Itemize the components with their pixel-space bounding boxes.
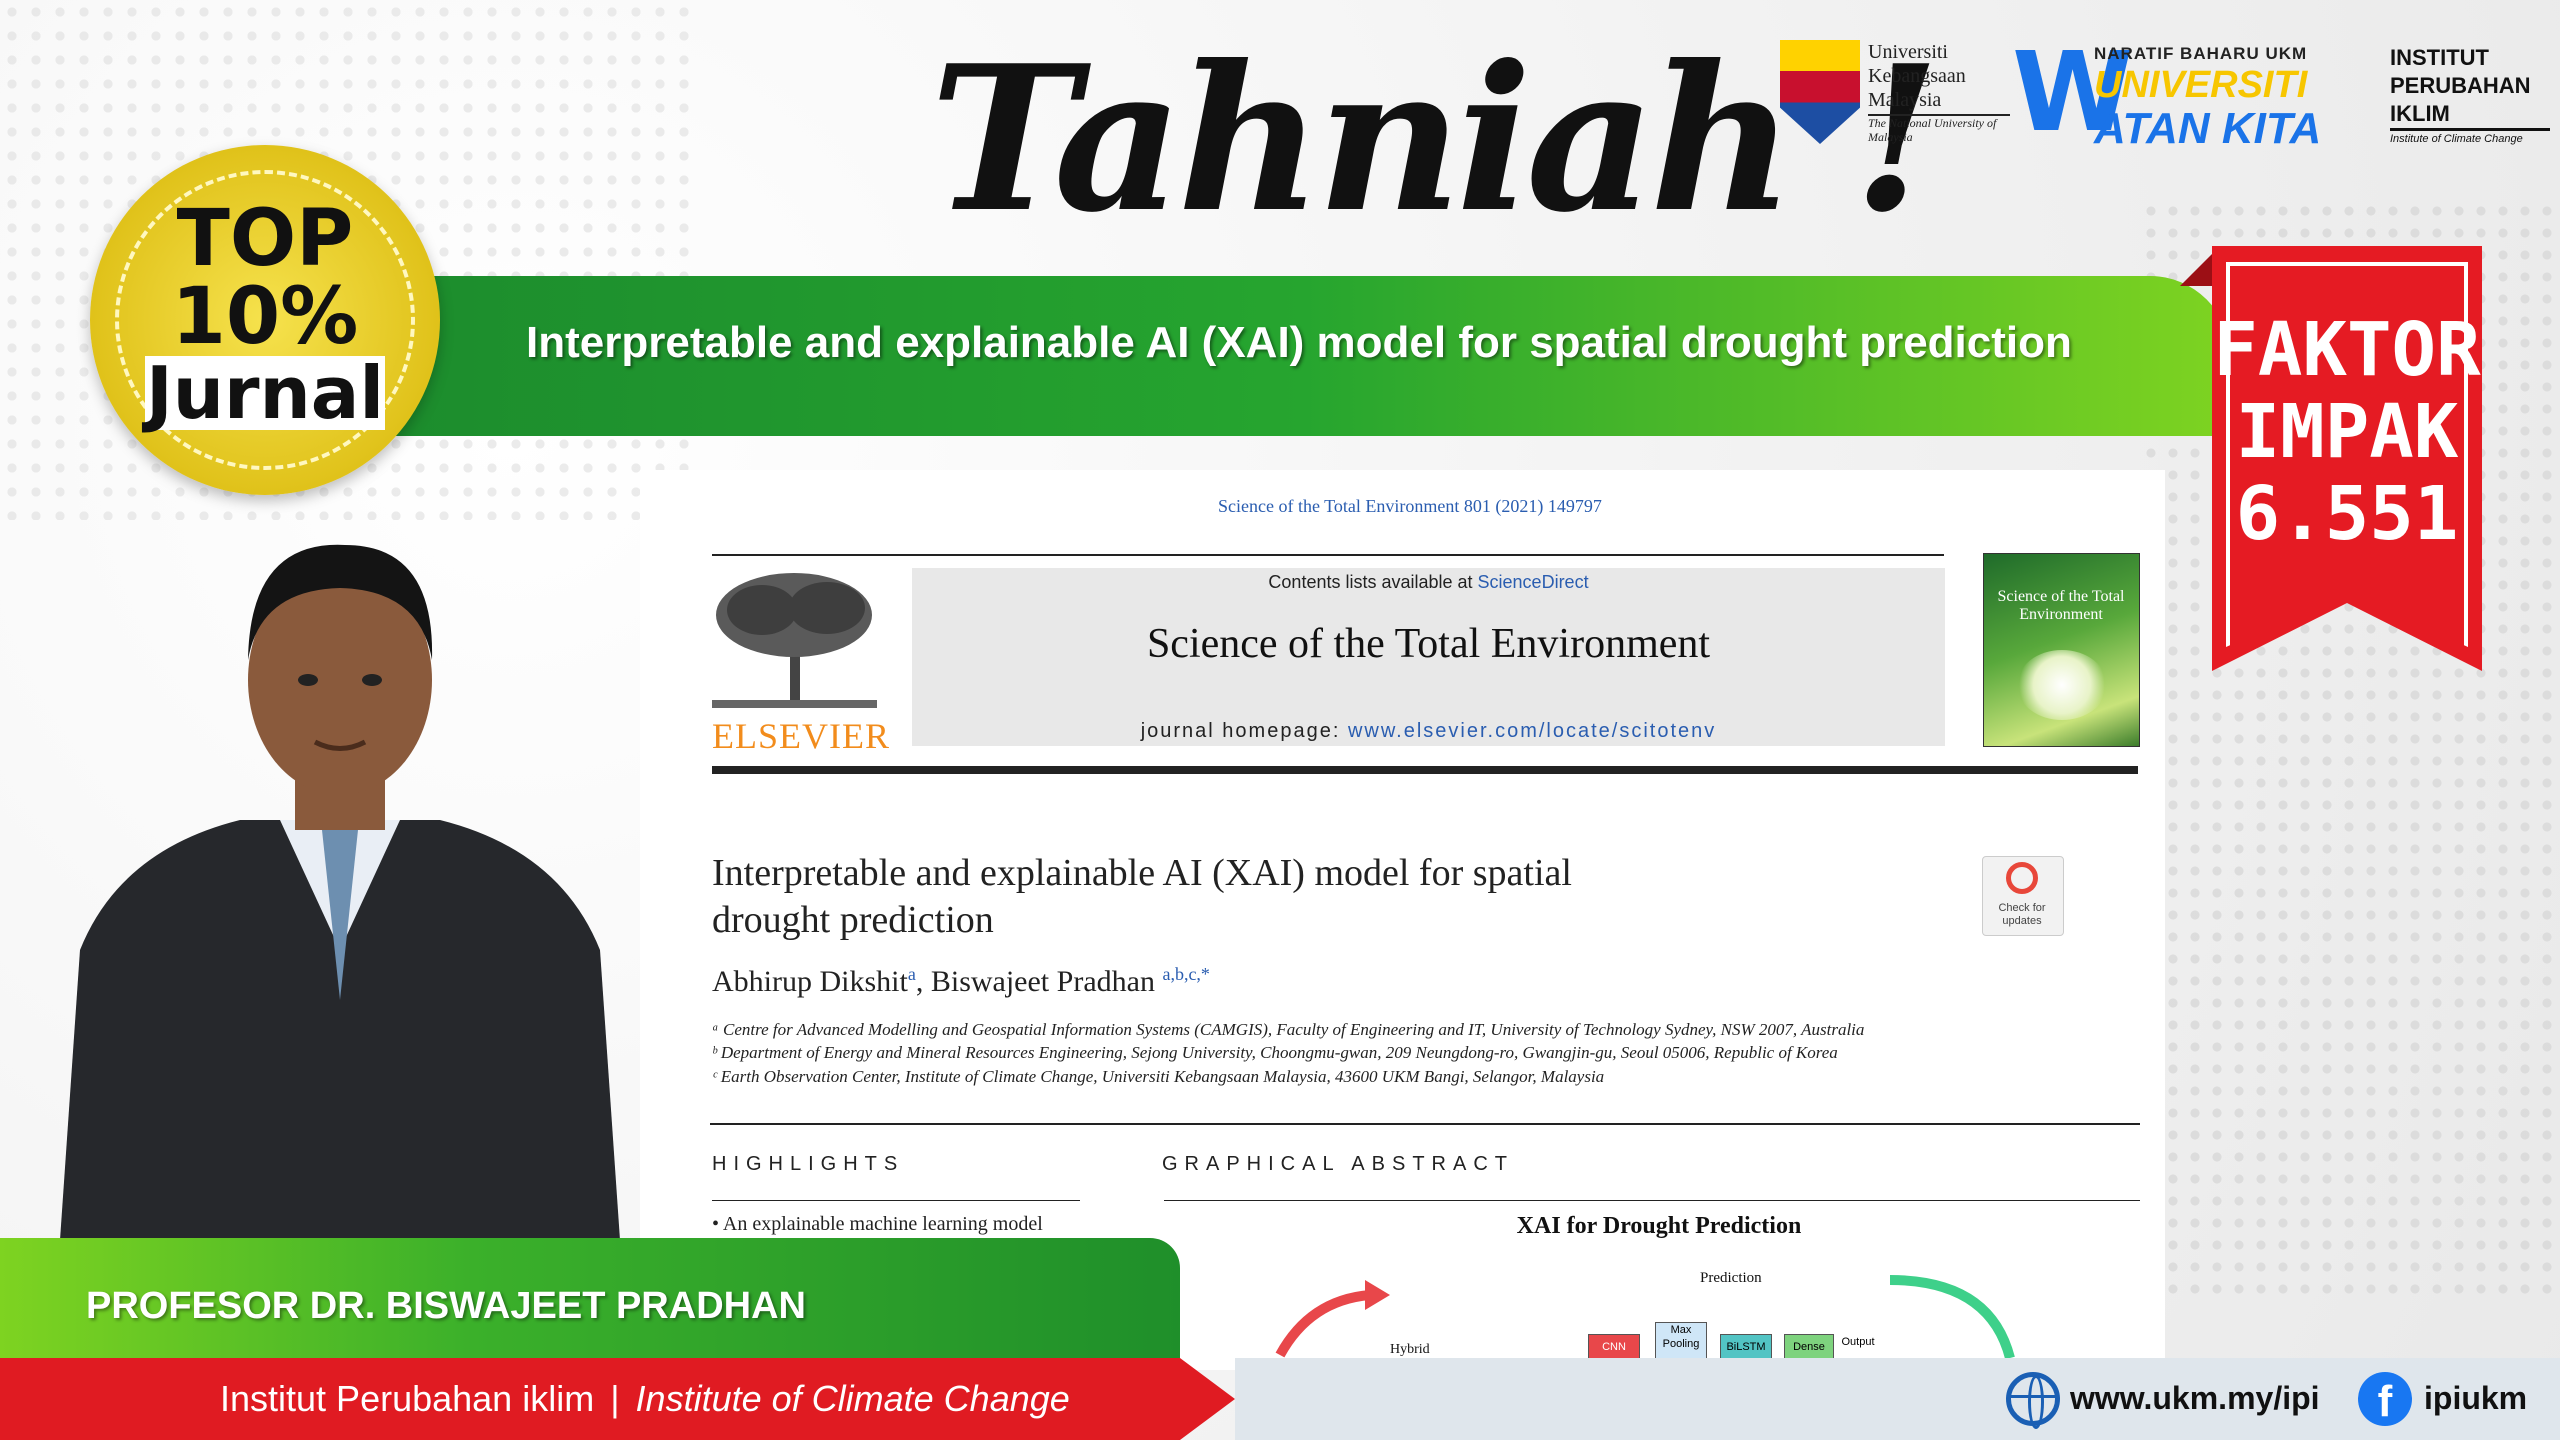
elsevier-tree-icon: [712, 573, 877, 708]
ribbon-faktor: FAKTOR: [2213, 307, 2481, 393]
globe-icon: [2006, 1372, 2060, 1429]
ipi-logo: INSTITUT PERUBAHAN IKLIM Institute of Cl…: [2390, 44, 2550, 154]
sciencedirect-link[interactable]: ScienceDirect: [1478, 572, 1589, 592]
ukm-line2: Kebangsaan: [1868, 65, 1966, 87]
author-1-sup: a: [907, 964, 916, 984]
ga-red-arrow-icon: [1275, 1280, 1390, 1358]
divider-thick: [712, 766, 2138, 774]
facebook-icon[interactable]: f: [2358, 1372, 2412, 1426]
contents-line: Contents lists available at ScienceDirec…: [912, 572, 1945, 593]
ukm-line1: Universiti: [1868, 41, 1948, 63]
ga-box-maxpool: Max Pooling: [1655, 1322, 1707, 1360]
author-2[interactable]: , Biswajeet Pradhan: [916, 965, 1155, 998]
institute-en: Institute of Climate Change: [635, 1378, 1070, 1419]
banner-paper-title: Interpretable and explainable AI (XAI) m…: [526, 318, 2072, 367]
contents-prefix: Contents lists available at: [1268, 572, 1478, 592]
paper-title: Interpretable and explainable AI (XAI) m…: [712, 850, 1762, 944]
ga-box-output: Output: [1841, 1336, 1875, 1348]
ribbon-value: 6.551: [2235, 471, 2459, 557]
journal-reference: Science of the Total Environment 801 (20…: [1218, 496, 1602, 516]
seal-percent: 10%: [171, 272, 359, 362]
ukm-line3: Malaysia: [1868, 89, 1942, 111]
institute-separator: |: [610, 1378, 620, 1419]
cover-orb-icon: [2017, 650, 2107, 720]
institute-ms: Institut Perubahan iklim: [220, 1378, 595, 1419]
person-name: PROFESOR DR. BISWAJEET PRADHAN: [86, 1285, 806, 1327]
highlights-rule: [712, 1200, 1080, 1201]
graphical-rule: [1164, 1200, 2140, 1201]
seal-jurnal: Jurnal: [145, 351, 385, 435]
affiliation-a: ᵃ Centre for Advanced Modelling and Geos…: [712, 1020, 1865, 1039]
affiliation-c: ᶜ Earth Observation Center, Institute of…: [712, 1067, 1605, 1086]
journal-homepage: journal homepage: www.elsevier.com/locat…: [912, 720, 1945, 743]
divider-top: [712, 554, 1944, 556]
graphical-abstract-title: XAI for Drought Prediction: [1516, 1213, 1802, 1239]
ipi-line3: IKLIM: [2390, 101, 2450, 126]
journal-title: Science of the Total Environment: [1146, 621, 1711, 667]
ukm-logo-text: Universiti Kebangsaan Malaysia The Natio…: [1868, 40, 2010, 144]
facebook-handle[interactable]: ipiukm: [2424, 1380, 2527, 1417]
ga-box-bilstm: BiLSTM: [1720, 1334, 1772, 1360]
ipi-line1: INSTITUT: [2390, 45, 2489, 70]
universiti-watan-kita-logo: W NARATIF BAHARU UKM UNIVERSITI ATAN KIT…: [2012, 37, 2362, 153]
ipi-line2: PERUBAHAN: [2390, 73, 2531, 98]
bookmark-icon: [2006, 862, 2038, 894]
highlight-item: • An explainable machine learning model: [712, 1213, 1043, 1235]
ukm-logo: Universiti Kebangsaan Malaysia The Natio…: [1780, 40, 2010, 150]
highlights-heading: HIGHLIGHTS: [712, 1153, 905, 1175]
ribbon-impak: IMPAK: [2235, 389, 2459, 475]
graphical-abstract-heading: GRAPHICAL ABSTRACT: [1162, 1153, 1514, 1175]
watan-top-text: NARATIF BAHARU UKM: [2094, 44, 2308, 63]
ukm-sub: The National University of Malaysia: [1868, 114, 2010, 144]
divider-sections: [710, 1123, 2140, 1125]
affiliation-b: ᵇ Department of Energy and Mineral Resou…: [712, 1043, 1838, 1062]
ga-prediction-label: Prediction: [1700, 1270, 1762, 1286]
ga-box-dense: Dense: [1784, 1334, 1834, 1360]
paper-title-line1: Interpretable and explainable AI (XAI) m…: [712, 852, 1572, 894]
ipi-sub: Institute of Climate Change: [2390, 128, 2550, 147]
person-photo: [60, 544, 620, 1240]
institute-name: Institut Perubahan iklim | Institute of Cl…: [220, 1378, 1070, 1420]
ga-green-arc-icon: [1889, 1275, 2015, 1360]
authors: Abhirup Dikshita, Biswajeet Pradhan a,b,…: [712, 964, 1210, 999]
elsevier-wordmark: ELSEVIER: [712, 716, 890, 756]
watan-bot-text: ATAN KITA: [2094, 104, 2322, 153]
homepage-prefix: journal homepage:: [1140, 720, 1348, 742]
author-1[interactable]: Abhirup Dikshit: [712, 965, 908, 998]
website-link[interactable]: www.ukm.my/ipi: [2070, 1380, 2320, 1417]
homepage-link[interactable]: www.elsevier.com/locate/scitotenv: [1348, 720, 1716, 742]
ukm-crest-icon: [1780, 40, 1860, 144]
seal-top: TOP: [176, 194, 354, 284]
cover-title: Science of the Total Environment: [1997, 588, 2125, 623]
headline-tahniah: Tahniah !: [930, 22, 1941, 257]
watan-mid-text: UNIVERSITI: [2094, 64, 2308, 106]
author-2-sup: a,b,c,*: [1162, 964, 1210, 984]
paper-title-line2: drought prediction: [712, 899, 994, 941]
check-for-updates-label: Check for updates: [1998, 902, 2046, 927]
ga-hybrid-label: Hybrid: [1390, 1342, 1430, 1357]
ga-box-cnn: CNN: [1588, 1334, 1640, 1360]
